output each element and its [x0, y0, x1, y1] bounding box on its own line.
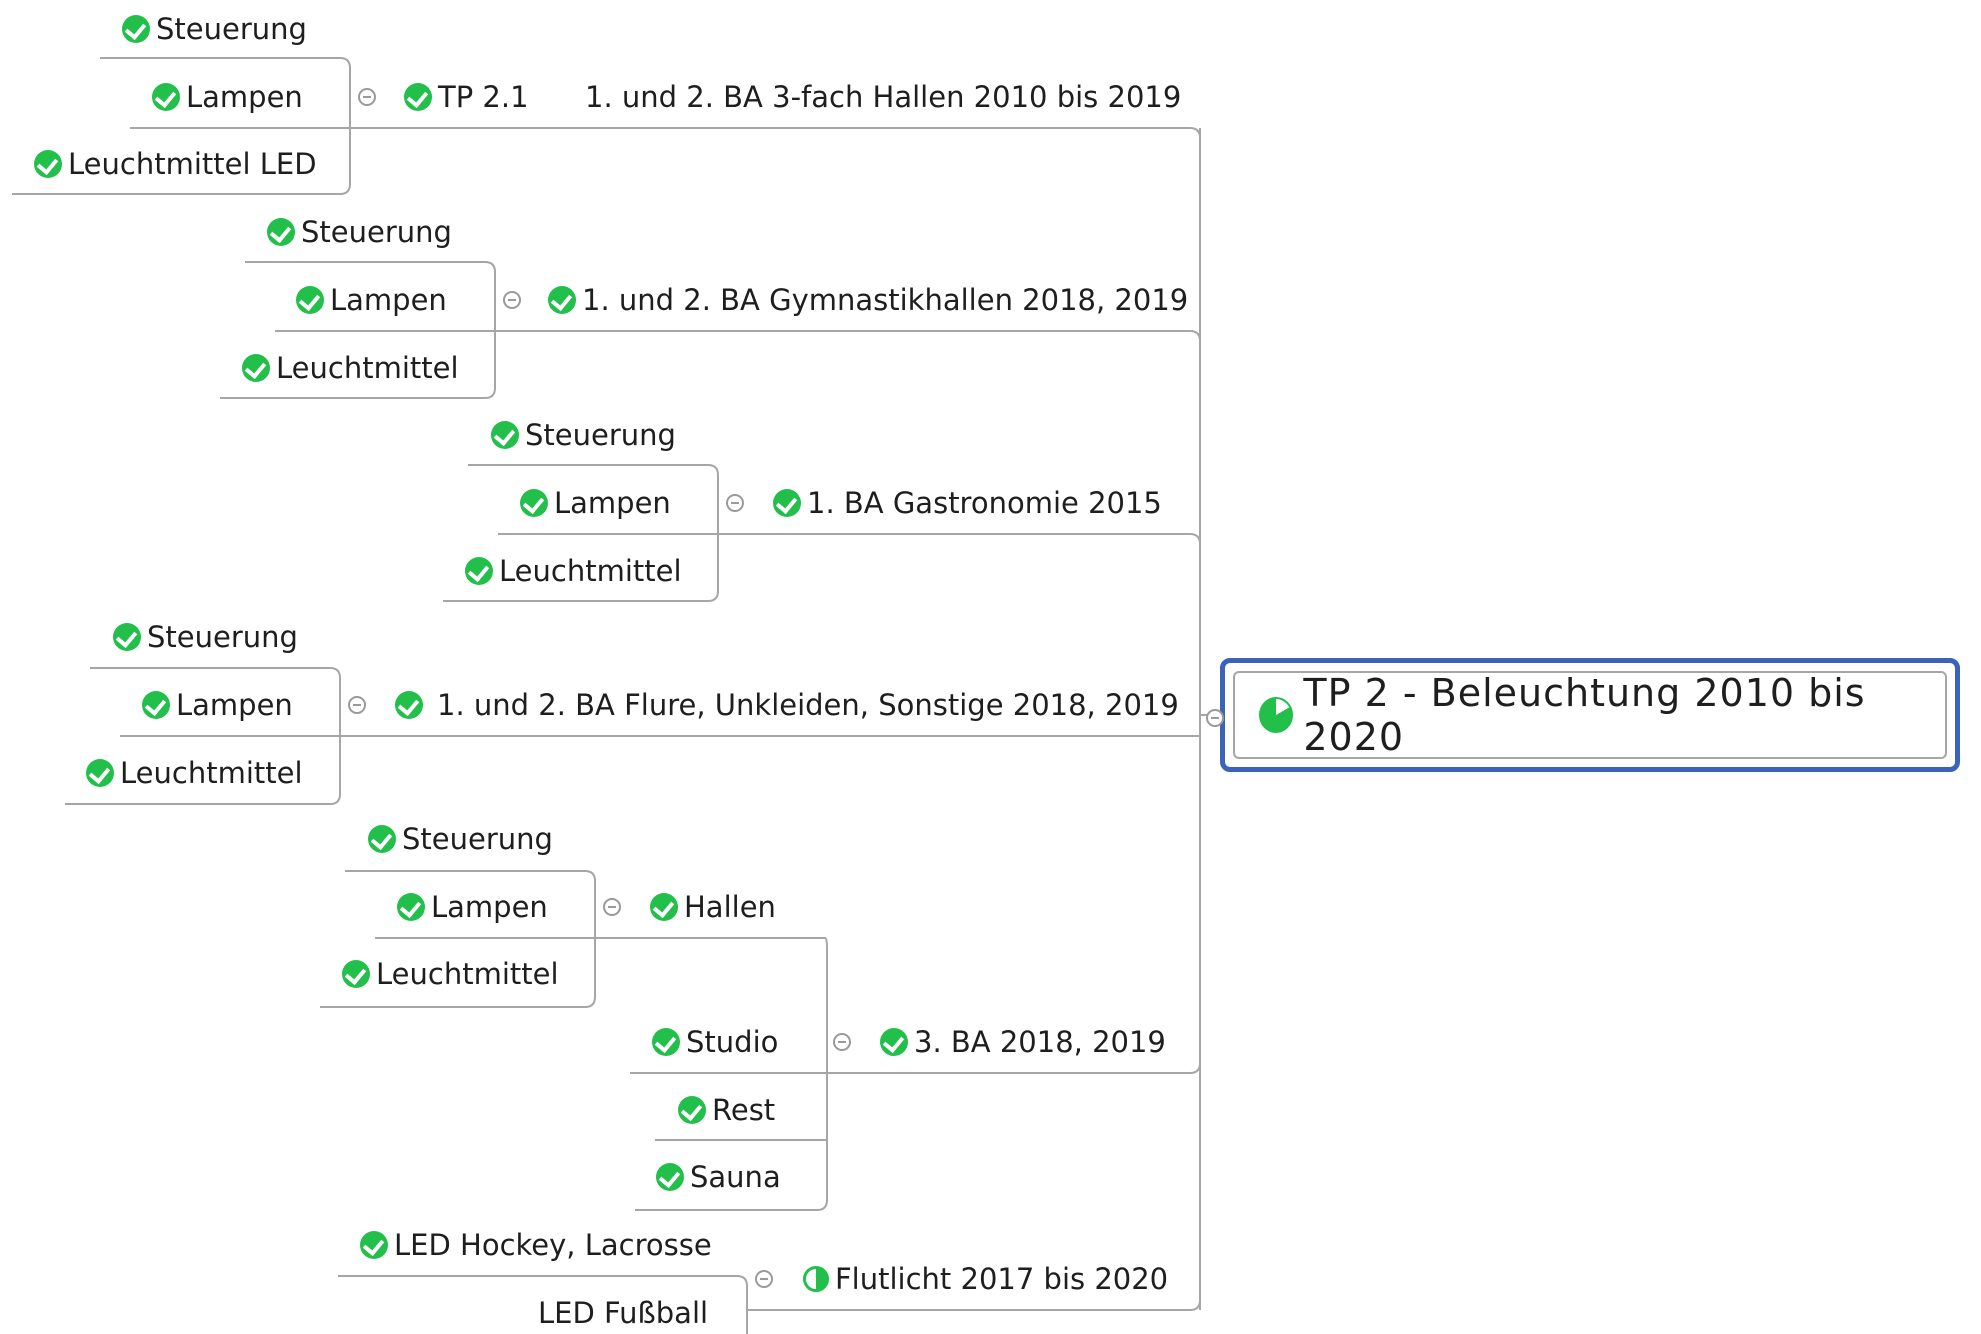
collapse-toggle-icon[interactable]: [755, 1270, 773, 1288]
check-icon: [86, 759, 114, 787]
subtopic-steuerung[interactable]: Steuerung: [368, 821, 553, 857]
subtopic-lampen[interactable]: Lampen: [296, 282, 447, 318]
check-icon: [152, 83, 180, 111]
check-icon: [773, 489, 801, 517]
collapse-toggle-icon[interactable]: [503, 291, 521, 309]
branch-topic-4[interactable]: 1. und 2. BA Flure, Unkleiden, Sonstige …: [395, 687, 1179, 723]
collapse-toggle-icon[interactable]: [833, 1033, 851, 1051]
branch-topic-1[interactable]: TP 2.1: [404, 79, 529, 115]
check-icon: [113, 623, 141, 651]
check-icon: [652, 1028, 680, 1056]
check-icon: [267, 218, 295, 246]
subtopic-steuerung[interactable]: Steuerung: [491, 417, 676, 453]
check-icon: [342, 960, 370, 988]
subtopic-lampen[interactable]: Lampen: [520, 485, 671, 521]
mind-map: TP 2 - Beleuchtung 2010 bis 2020 TP 2.1 …: [0, 0, 1981, 1334]
subtopic-steuerung[interactable]: Steuerung: [113, 619, 298, 655]
subtopic-leuchtmittel[interactable]: Leuchtmittel: [342, 956, 559, 992]
subtopic-leuchtmittel[interactable]: Leuchtmittel: [86, 755, 303, 791]
branch-topic-3[interactable]: 1. BA Gastronomie 2015: [773, 485, 1162, 521]
subtopic-rest[interactable]: Rest: [678, 1092, 775, 1128]
subtopic-lampen[interactable]: Lampen: [397, 889, 548, 925]
subtopic-hallen[interactable]: Hallen: [650, 889, 776, 925]
subtopic-led-hockey[interactable]: LED Hockey, Lacrosse: [360, 1227, 712, 1263]
pie-progress-icon: [1259, 697, 1294, 733]
check-icon: [880, 1028, 908, 1056]
check-icon: [242, 354, 270, 382]
branch-topic-1-label[interactable]: 1. und 2. BA 3-fach Hallen 2010 bis 2019: [585, 79, 1181, 115]
branch-topic-6[interactable]: Flutlicht 2017 bis 2020: [803, 1261, 1168, 1297]
check-icon: [142, 691, 170, 719]
half-progress-icon: [803, 1266, 829, 1292]
central-topic-label: TP 2 - Beleuchtung 2010 bis 2020: [1303, 671, 1866, 759]
subtopic-lampen[interactable]: Lampen: [152, 79, 303, 115]
collapse-toggle-icon[interactable]: [726, 494, 744, 512]
check-icon: [34, 150, 62, 178]
subtopic-lampen[interactable]: Lampen: [142, 687, 293, 723]
check-icon: [491, 421, 519, 449]
branch-topic-2[interactable]: 1. und 2. BA Gymnastikhallen 2018, 2019: [548, 282, 1188, 318]
collapse-toggle-icon[interactable]: [603, 898, 621, 916]
subtopic-steuerung[interactable]: Steuerung: [122, 11, 307, 47]
check-icon: [656, 1163, 684, 1191]
check-icon: [404, 83, 432, 111]
subtopic-leuchtmittel[interactable]: Leuchtmittel: [465, 553, 682, 589]
subtopic-sauna[interactable]: Sauna: [656, 1159, 781, 1195]
branch-tag: TP 2.1: [438, 80, 529, 114]
check-icon: [520, 489, 548, 517]
check-icon: [397, 893, 425, 921]
collapse-toggle-icon[interactable]: [1206, 709, 1224, 727]
subtopic-leuchtmittel[interactable]: Leuchtmittel: [242, 350, 459, 386]
central-topic[interactable]: TP 2 - Beleuchtung 2010 bis 2020: [1220, 658, 1960, 772]
subtopic-led-fussball[interactable]: LED Fußball: [538, 1295, 708, 1331]
check-icon: [296, 286, 324, 314]
check-icon: [395, 691, 423, 719]
check-icon: [650, 893, 678, 921]
check-icon: [465, 557, 493, 585]
collapse-toggle-icon[interactable]: [358, 88, 376, 106]
check-icon: [360, 1231, 388, 1259]
check-icon: [548, 286, 576, 314]
check-icon: [678, 1096, 706, 1124]
subtopic-leuchtmittel-led[interactable]: Leuchtmittel LED: [34, 146, 317, 182]
subtopic-steuerung[interactable]: Steuerung: [267, 214, 452, 250]
branch-topic-5[interactable]: 3. BA 2018, 2019: [880, 1024, 1166, 1060]
subtopic-studio[interactable]: Studio: [652, 1024, 778, 1060]
check-icon: [368, 825, 396, 853]
central-topic-inner: TP 2 - Beleuchtung 2010 bis 2020: [1233, 671, 1947, 759]
collapse-toggle-icon[interactable]: [348, 696, 366, 714]
check-icon: [122, 15, 150, 43]
